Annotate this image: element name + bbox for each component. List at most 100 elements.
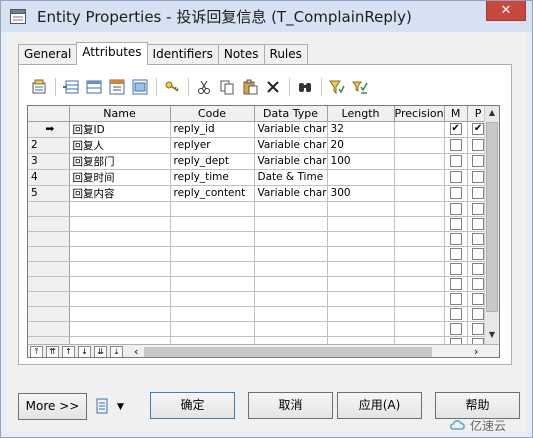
empty-cell[interactable] (170, 246, 255, 262)
cell-precision[interactable] (394, 121, 445, 138)
cell-name[interactable]: 回复部门 (69, 153, 171, 170)
insert-row-icon[interactable] (61, 77, 81, 97)
primary-checkbox[interactable] (472, 155, 485, 167)
empty-cell[interactable] (254, 321, 328, 337)
column-header-length[interactable]: Length (327, 106, 395, 122)
scroll-up-icon[interactable]: ▲ (485, 106, 499, 120)
empty-cell[interactable] (69, 276, 171, 292)
cell-code[interactable]: reply_dept (170, 153, 255, 170)
cell-name[interactable]: 回复时间 (69, 169, 171, 186)
cell-data-type[interactable]: Date & Time (254, 169, 328, 186)
empty-cell[interactable] (327, 261, 395, 277)
cell-data-type[interactable]: Variable char (254, 137, 328, 154)
cell-data-type[interactable]: Variable char (254, 185, 328, 202)
row-number[interactable] (28, 306, 70, 322)
row-number[interactable] (28, 216, 70, 232)
customize-columns-icon[interactable] (350, 77, 370, 97)
cell-data-type[interactable]: Variable char (254, 153, 328, 170)
more-button[interactable]: More >> (18, 393, 87, 420)
cell-length[interactable]: 300 (327, 185, 395, 202)
row-number[interactable] (28, 276, 70, 292)
empty-cell[interactable] (170, 276, 255, 292)
filter-icon[interactable] (327, 77, 347, 97)
scroll-left-icon[interactable]: ‹ (134, 345, 138, 357)
primary-checkbox[interactable] (472, 139, 485, 151)
empty-cell[interactable] (254, 231, 328, 247)
empty-cell[interactable] (254, 291, 328, 307)
add-row-icon[interactable] (84, 77, 104, 97)
row-number[interactable] (28, 246, 70, 262)
empty-cell[interactable] (254, 261, 328, 277)
cell-precision[interactable] (394, 137, 445, 154)
cell-precision[interactable] (394, 169, 445, 186)
row-number[interactable] (28, 321, 70, 337)
empty-checkbox[interactable] (449, 322, 462, 335)
tab-notes[interactable]: Notes (217, 44, 265, 65)
cell-code[interactable]: reply_time (170, 169, 255, 186)
empty-cell[interactable] (254, 306, 328, 322)
empty-checkbox[interactable] (472, 322, 485, 335)
empty-cell[interactable] (69, 291, 171, 307)
empty-cell[interactable] (69, 306, 171, 322)
add-attributes-icon[interactable] (107, 77, 127, 97)
tab-identifiers[interactable]: Identifiers (146, 44, 219, 65)
empty-cell[interactable] (170, 291, 255, 307)
table-row-empty[interactable] (28, 276, 490, 292)
key-icon[interactable] (162, 77, 182, 97)
row-number[interactable] (28, 291, 70, 307)
mandatory-checkbox[interactable] (449, 139, 462, 151)
column-header-precision[interactable]: Precision (394, 106, 445, 122)
empty-cell[interactable] (69, 216, 171, 232)
title-bar[interactable]: Entity Properties - 投诉回复信息 (T_ComplainRe… (1, 1, 532, 32)
move-top-icon[interactable]: ⤒ (30, 346, 43, 357)
empty-cell[interactable] (69, 201, 171, 217)
cell-code[interactable]: reply_id (170, 121, 255, 138)
empty-cell[interactable] (394, 276, 445, 292)
empty-cell[interactable] (394, 291, 445, 307)
cell-data-type[interactable]: Variable char (254, 121, 328, 138)
empty-checkbox[interactable] (472, 247, 485, 260)
move-page-down-icon[interactable]: ⇊ (94, 346, 107, 357)
current-row-arrow-icon[interactable]: ➡ (28, 121, 70, 138)
primary-checkbox[interactable] (472, 171, 485, 183)
row-number[interactable] (28, 261, 70, 277)
empty-cell[interactable] (327, 306, 395, 322)
apply-button[interactable]: 应用(A) (337, 392, 422, 419)
column-header-mandatory[interactable]: M (444, 106, 468, 122)
empty-cell[interactable] (170, 261, 255, 277)
table-row-empty[interactable] (28, 291, 490, 307)
table-row-empty[interactable] (28, 216, 490, 232)
primary-checkbox[interactable] (472, 187, 485, 199)
row-number[interactable]: 5 (28, 185, 70, 202)
table-row[interactable]: 4 回复时间 reply_time Date & Time (28, 169, 490, 186)
cut-icon[interactable] (194, 77, 214, 97)
properties-icon[interactable] (29, 77, 49, 97)
row-number[interactable] (28, 201, 70, 217)
empty-cell[interactable] (327, 216, 395, 232)
horizontal-scroll-thumb[interactable] (144, 347, 432, 357)
empty-cell[interactable] (394, 261, 445, 277)
cell-code[interactable]: reply_content (170, 185, 255, 202)
empty-cell[interactable] (327, 246, 395, 262)
empty-cell[interactable] (327, 321, 395, 337)
primary-checkbox[interactable] (472, 123, 485, 135)
table-row-empty[interactable] (28, 321, 490, 337)
empty-checkbox[interactable] (472, 262, 485, 275)
empty-cell[interactable] (394, 306, 445, 322)
table-row-empty[interactable] (28, 261, 490, 277)
column-header-data-type[interactable]: Data Type (254, 106, 328, 122)
empty-checkbox[interactable] (472, 277, 485, 290)
tab-attributes[interactable]: Attributes (76, 42, 148, 65)
empty-cell[interactable] (69, 321, 171, 337)
empty-checkbox[interactable] (449, 232, 462, 245)
empty-checkbox[interactable] (472, 202, 485, 215)
row-number[interactable]: 4 (28, 169, 70, 186)
move-bottom-icon[interactable]: ⤓ (110, 346, 123, 357)
empty-checkbox[interactable] (449, 202, 462, 215)
empty-cell[interactable] (170, 321, 255, 337)
empty-cell[interactable] (170, 231, 255, 247)
table-row[interactable]: 3 回复部门 reply_dept Variable char 100 (28, 153, 490, 170)
empty-checkbox[interactable] (449, 292, 462, 305)
scroll-down-icon[interactable]: ▼ (485, 328, 499, 342)
cell-name[interactable]: 回复人 (69, 137, 171, 154)
